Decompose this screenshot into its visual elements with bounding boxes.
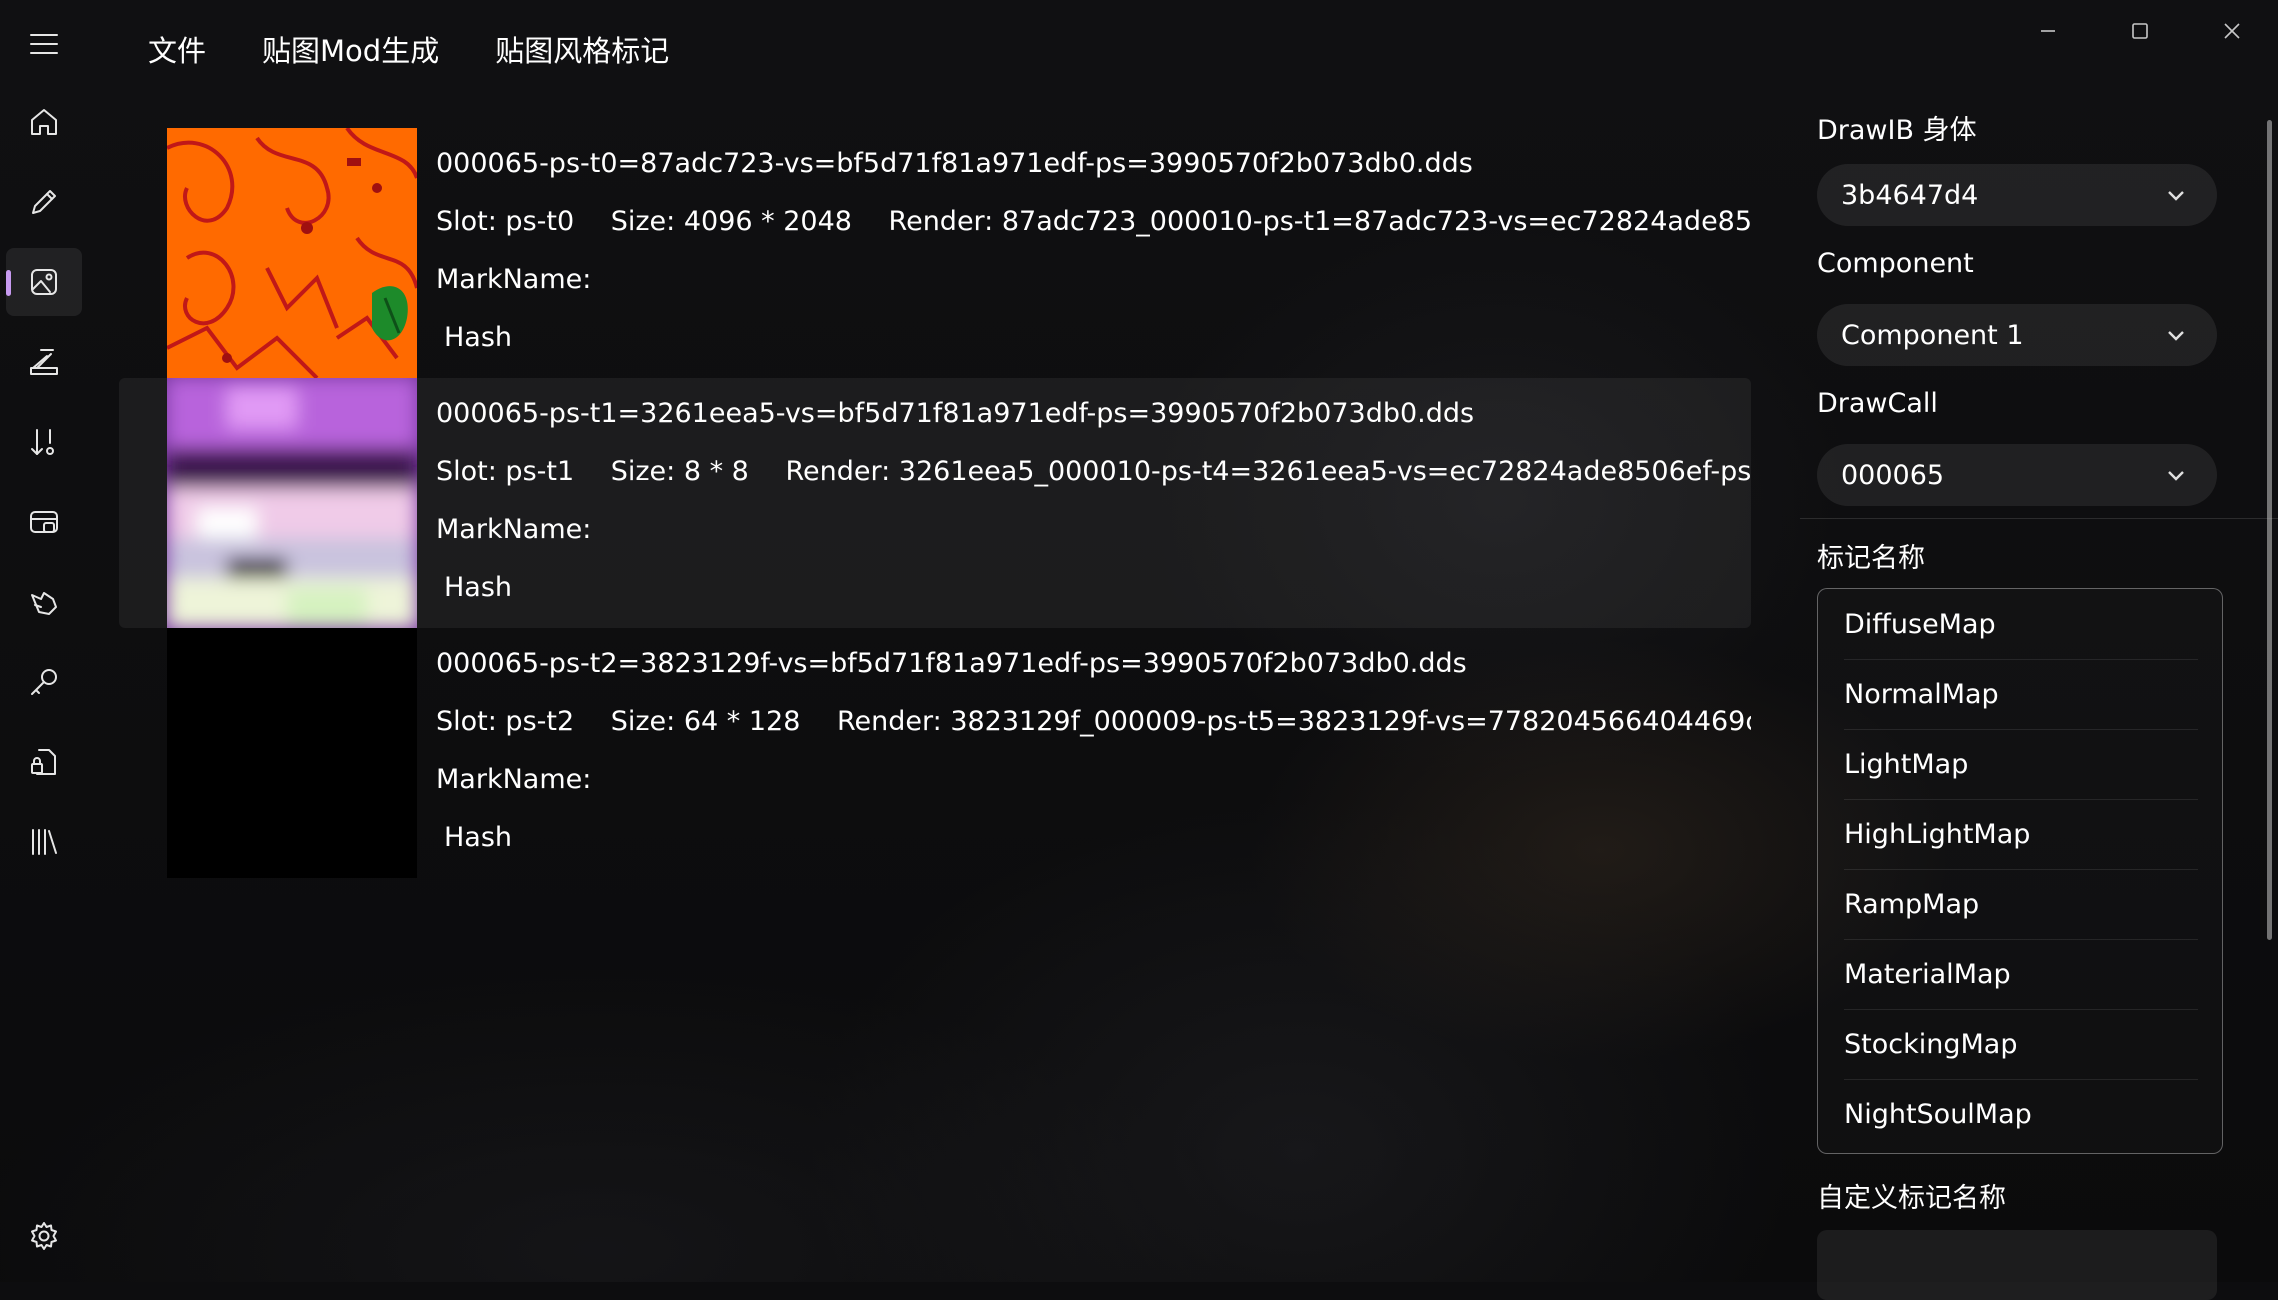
custom-markname-label: 自定义标记名称 [1817, 1183, 2006, 1214]
close-icon [2224, 23, 2240, 39]
texture-render: Render: 3261eea5_000010-ps-t4=3261eea5-v… [785, 456, 1751, 487]
menu-texture-mod-generate[interactable]: 贴图Mod生成 [234, 26, 467, 76]
chevron-down-icon [2168, 331, 2184, 341]
component-value: Component 1 [1841, 319, 2024, 351]
markname-item[interactable]: HighLightMap [1844, 799, 2198, 870]
drawib-value: 3b4647d4 [1841, 179, 1979, 211]
component-combobox[interactable]: Component 1 [1817, 304, 2217, 366]
texture-slot: Slot: ps-t2 [436, 706, 575, 737]
nav-library-button[interactable] [6, 808, 82, 876]
texture-markname: MarkName: [436, 514, 592, 545]
hand-icon [31, 592, 57, 615]
drawcall-label: DrawCall [1817, 388, 1938, 419]
texture-slot: Slot: ps-t0 [436, 206, 575, 237]
markname-item[interactable]: RampMap [1844, 869, 2198, 940]
nav-texture-button[interactable] [6, 248, 82, 316]
texture-preview-purple [167, 378, 417, 628]
markname-item[interactable]: MaterialMap [1844, 939, 2198, 1010]
nav-rail [0, 0, 88, 1282]
nav-settings-button[interactable] [6, 1202, 82, 1270]
texture-size: Size: 64 * 128 [610, 706, 801, 737]
texture-row[interactable]: 000065-ps-t0=87adc723-vs=bf5d71f81a971ed… [143, 128, 1751, 378]
markname-item[interactable]: StockingMap [1844, 1009, 2198, 1080]
nav-key-button[interactable] [6, 648, 82, 716]
texture-preview-black [167, 628, 417, 878]
drawcall-combobox[interactable]: 000065 [1817, 444, 2217, 506]
markname-listbox[interactable]: DiffuseMap NormalMap LightMap HighLightM… [1817, 588, 2223, 1154]
texture-row[interactable]: 000065-ps-t2=3823129f-vs=bf5d71f81a971ed… [143, 628, 1751, 878]
layers-icon [30, 349, 58, 375]
panel-divider [1800, 518, 2278, 519]
texture-thumbnail [167, 378, 417, 628]
markname-item[interactable]: NightSoulMap [1844, 1079, 2198, 1149]
chevron-down-icon [2168, 191, 2184, 201]
minimize-button[interactable] [2002, 0, 2094, 62]
menu-file[interactable]: 文件 [120, 26, 234, 76]
nav-sort-button[interactable] [6, 408, 82, 476]
texture-render: Render: 87adc723_000010-ps-t1=87adc723-v… [888, 206, 1751, 237]
menu-texture-style-mark[interactable]: 贴图风格标记 [467, 26, 697, 76]
maximize-button[interactable] [2094, 0, 2186, 62]
texture-preview-orange [167, 128, 417, 378]
nav-edit-button[interactable] [6, 168, 82, 236]
texture-filename: 000065-ps-t0=87adc723-vs=bf5d71f81a971ed… [436, 148, 1473, 179]
window-controls [2002, 0, 2278, 62]
texture-info: 000065-ps-t0=87adc723-vs=bf5d71f81a971ed… [436, 128, 1751, 378]
markname-item[interactable]: LightMap [1844, 729, 2198, 800]
custom-markname-input[interactable] [1817, 1230, 2217, 1300]
key-icon [31, 669, 57, 695]
texture-hash: Hash [444, 822, 513, 853]
nav-toolbox-button[interactable] [6, 488, 82, 556]
panel-scrollbar[interactable] [2267, 120, 2272, 940]
library-icon [32, 829, 57, 855]
texture-info: 000065-ps-t2=3823129f-vs=bf5d71f81a971ed… [436, 628, 1751, 878]
close-button[interactable] [2186, 0, 2278, 62]
nav-layers-button[interactable] [6, 328, 82, 396]
texture-info: 000065-ps-t1=3261eea5-vs=bf5d71f81a971ed… [436, 378, 1751, 628]
menu-bar: 文件 贴图Mod生成 贴图风格标记 [120, 26, 697, 76]
nav-menu-button[interactable] [6, 10, 82, 78]
texture-filename: 000065-ps-t1=3261eea5-vs=bf5d71f81a971ed… [436, 398, 1475, 429]
markname-label: 标记名称 [1817, 543, 1925, 574]
chevron-down-icon [2168, 471, 2184, 481]
minimize-icon [2041, 30, 2055, 32]
nav-home-button[interactable] [6, 88, 82, 156]
texture-thumbnail [167, 628, 417, 878]
texture-details: Slot: ps-t2 Size: 64 * 128 Render: 38231… [436, 706, 1751, 737]
texture-hash: Hash [444, 572, 513, 603]
drawcall-value: 000065 [1841, 459, 1945, 491]
home-icon [31, 109, 57, 135]
texture-list: 000065-ps-t0=87adc723-vs=bf5d71f81a971ed… [119, 128, 1751, 878]
toolbox-icon [30, 511, 58, 533]
lock-document-icon [31, 749, 56, 775]
component-label: Component [1817, 248, 1974, 279]
texture-thumbnail [167, 128, 417, 378]
texture-slot: Slot: ps-t1 [436, 456, 575, 487]
texture-hash: Hash [444, 322, 513, 353]
sort-icon [31, 429, 54, 455]
texture-size: Size: 8 * 8 [610, 456, 749, 487]
settings-icon [31, 1222, 57, 1250]
drawib-combobox[interactable]: 3b4647d4 [1817, 164, 2217, 226]
markname-item[interactable]: NormalMap [1844, 659, 2198, 730]
texture-row-selected[interactable]: 000065-ps-t1=3261eea5-vs=bf5d71f81a971ed… [119, 378, 1751, 628]
nav-hand-button[interactable] [6, 568, 82, 636]
image-icon [31, 269, 57, 295]
texture-details: Slot: ps-t0 Size: 4096 * 2048 Render: 87… [436, 206, 1751, 237]
nav-lock-button[interactable] [6, 728, 82, 796]
texture-size: Size: 4096 * 2048 [610, 206, 852, 237]
markname-item[interactable]: DiffuseMap [1844, 589, 2198, 660]
pencil-icon [32, 190, 56, 214]
texture-markname: MarkName: [436, 264, 592, 295]
texture-details: Slot: ps-t1 Size: 8 * 8 Render: 3261eea5… [436, 456, 1751, 487]
texture-render: Render: 3823129f_000009-ps-t5=3823129f-v… [837, 706, 1751, 737]
hamburger-icon [30, 34, 58, 54]
drawib-label: DrawIB 身体 [1817, 115, 1977, 146]
texture-filename: 000065-ps-t2=3823129f-vs=bf5d71f81a971ed… [436, 648, 1467, 679]
texture-markname: MarkName: [436, 764, 592, 795]
maximize-icon [2132, 23, 2148, 39]
